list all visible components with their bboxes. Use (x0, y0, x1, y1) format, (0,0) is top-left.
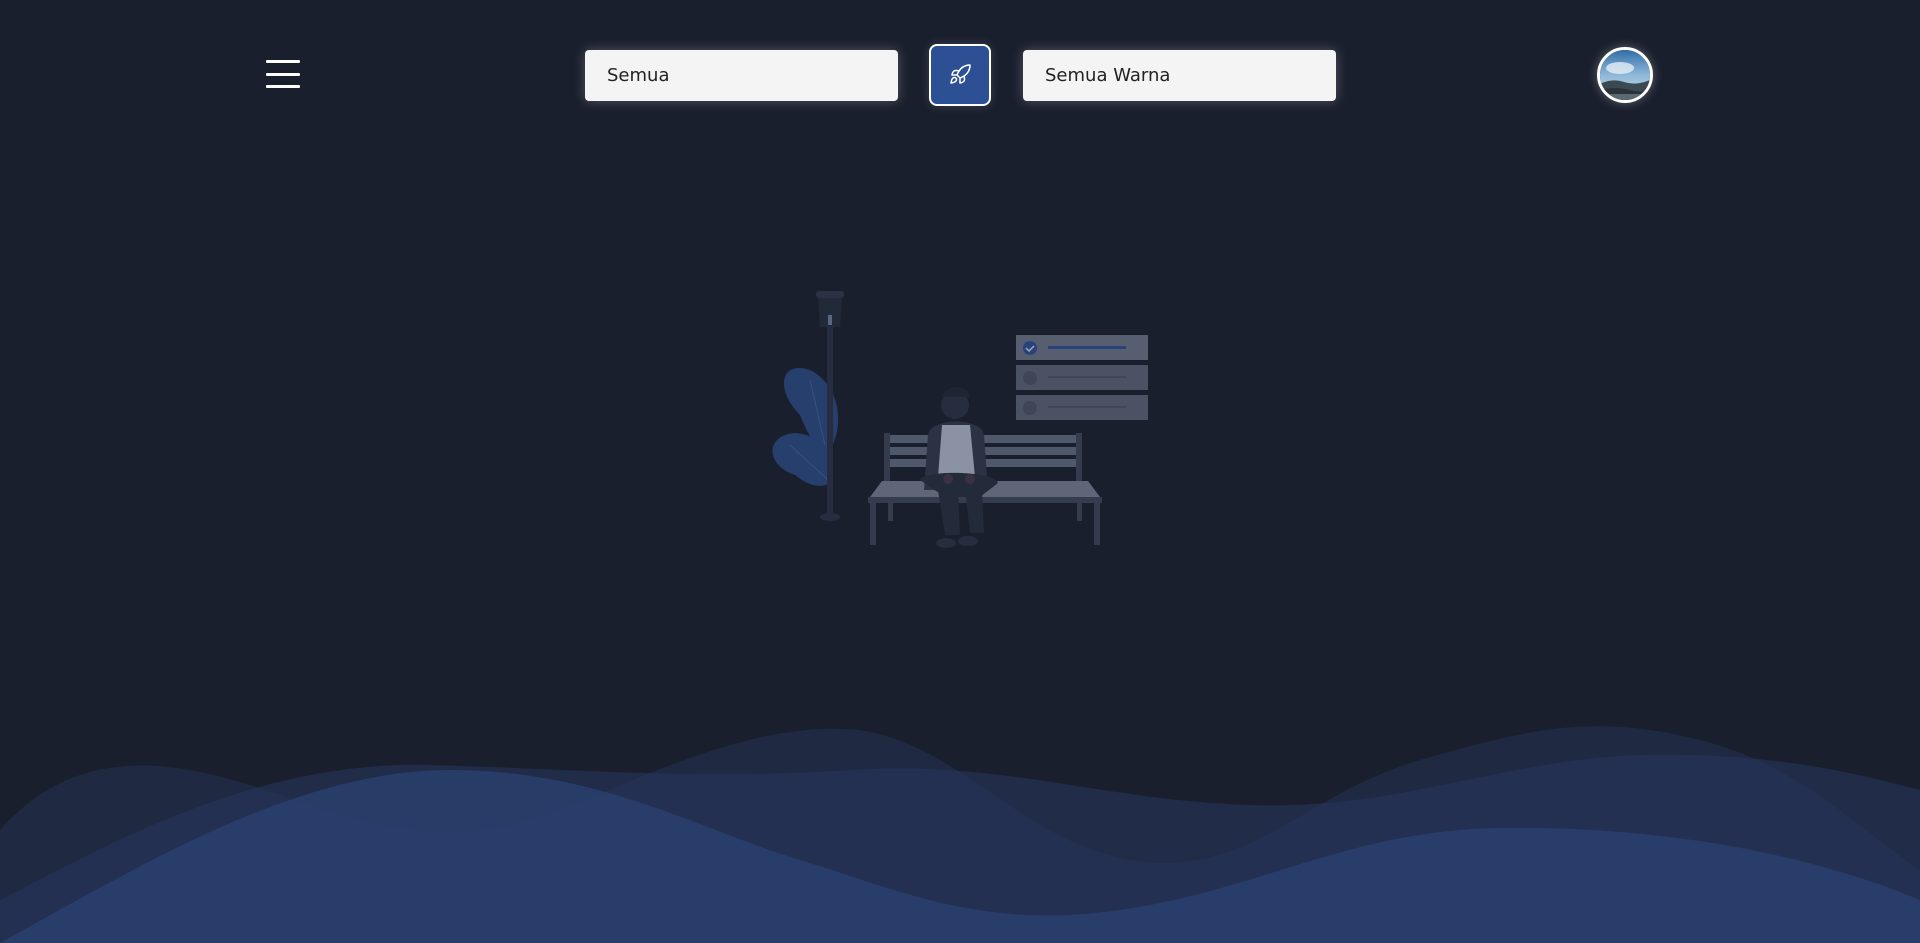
user-avatar[interactable] (1597, 47, 1653, 103)
menu-bar (266, 72, 300, 76)
rocket-button[interactable] (929, 44, 991, 106)
person-sitting (920, 387, 998, 548)
wave-decoration (0, 726, 1920, 943)
checklist-card (1016, 335, 1148, 420)
category-select-value: Semua (607, 65, 670, 86)
category-select[interactable]: Semua (585, 50, 898, 101)
menu-bar (266, 60, 300, 63)
app-page: Semua Semua Warna (0, 0, 1920, 943)
avatar-landscape-image (1600, 50, 1650, 100)
person-on-bench-empty-illustration (772, 291, 1148, 548)
menu-bar (266, 85, 300, 88)
hamburger-menu-icon[interactable] (266, 60, 300, 88)
color-select[interactable]: Semua Warna (1023, 50, 1336, 101)
rocket-icon (950, 64, 971, 84)
color-select-value: Semua Warna (1045, 65, 1171, 86)
